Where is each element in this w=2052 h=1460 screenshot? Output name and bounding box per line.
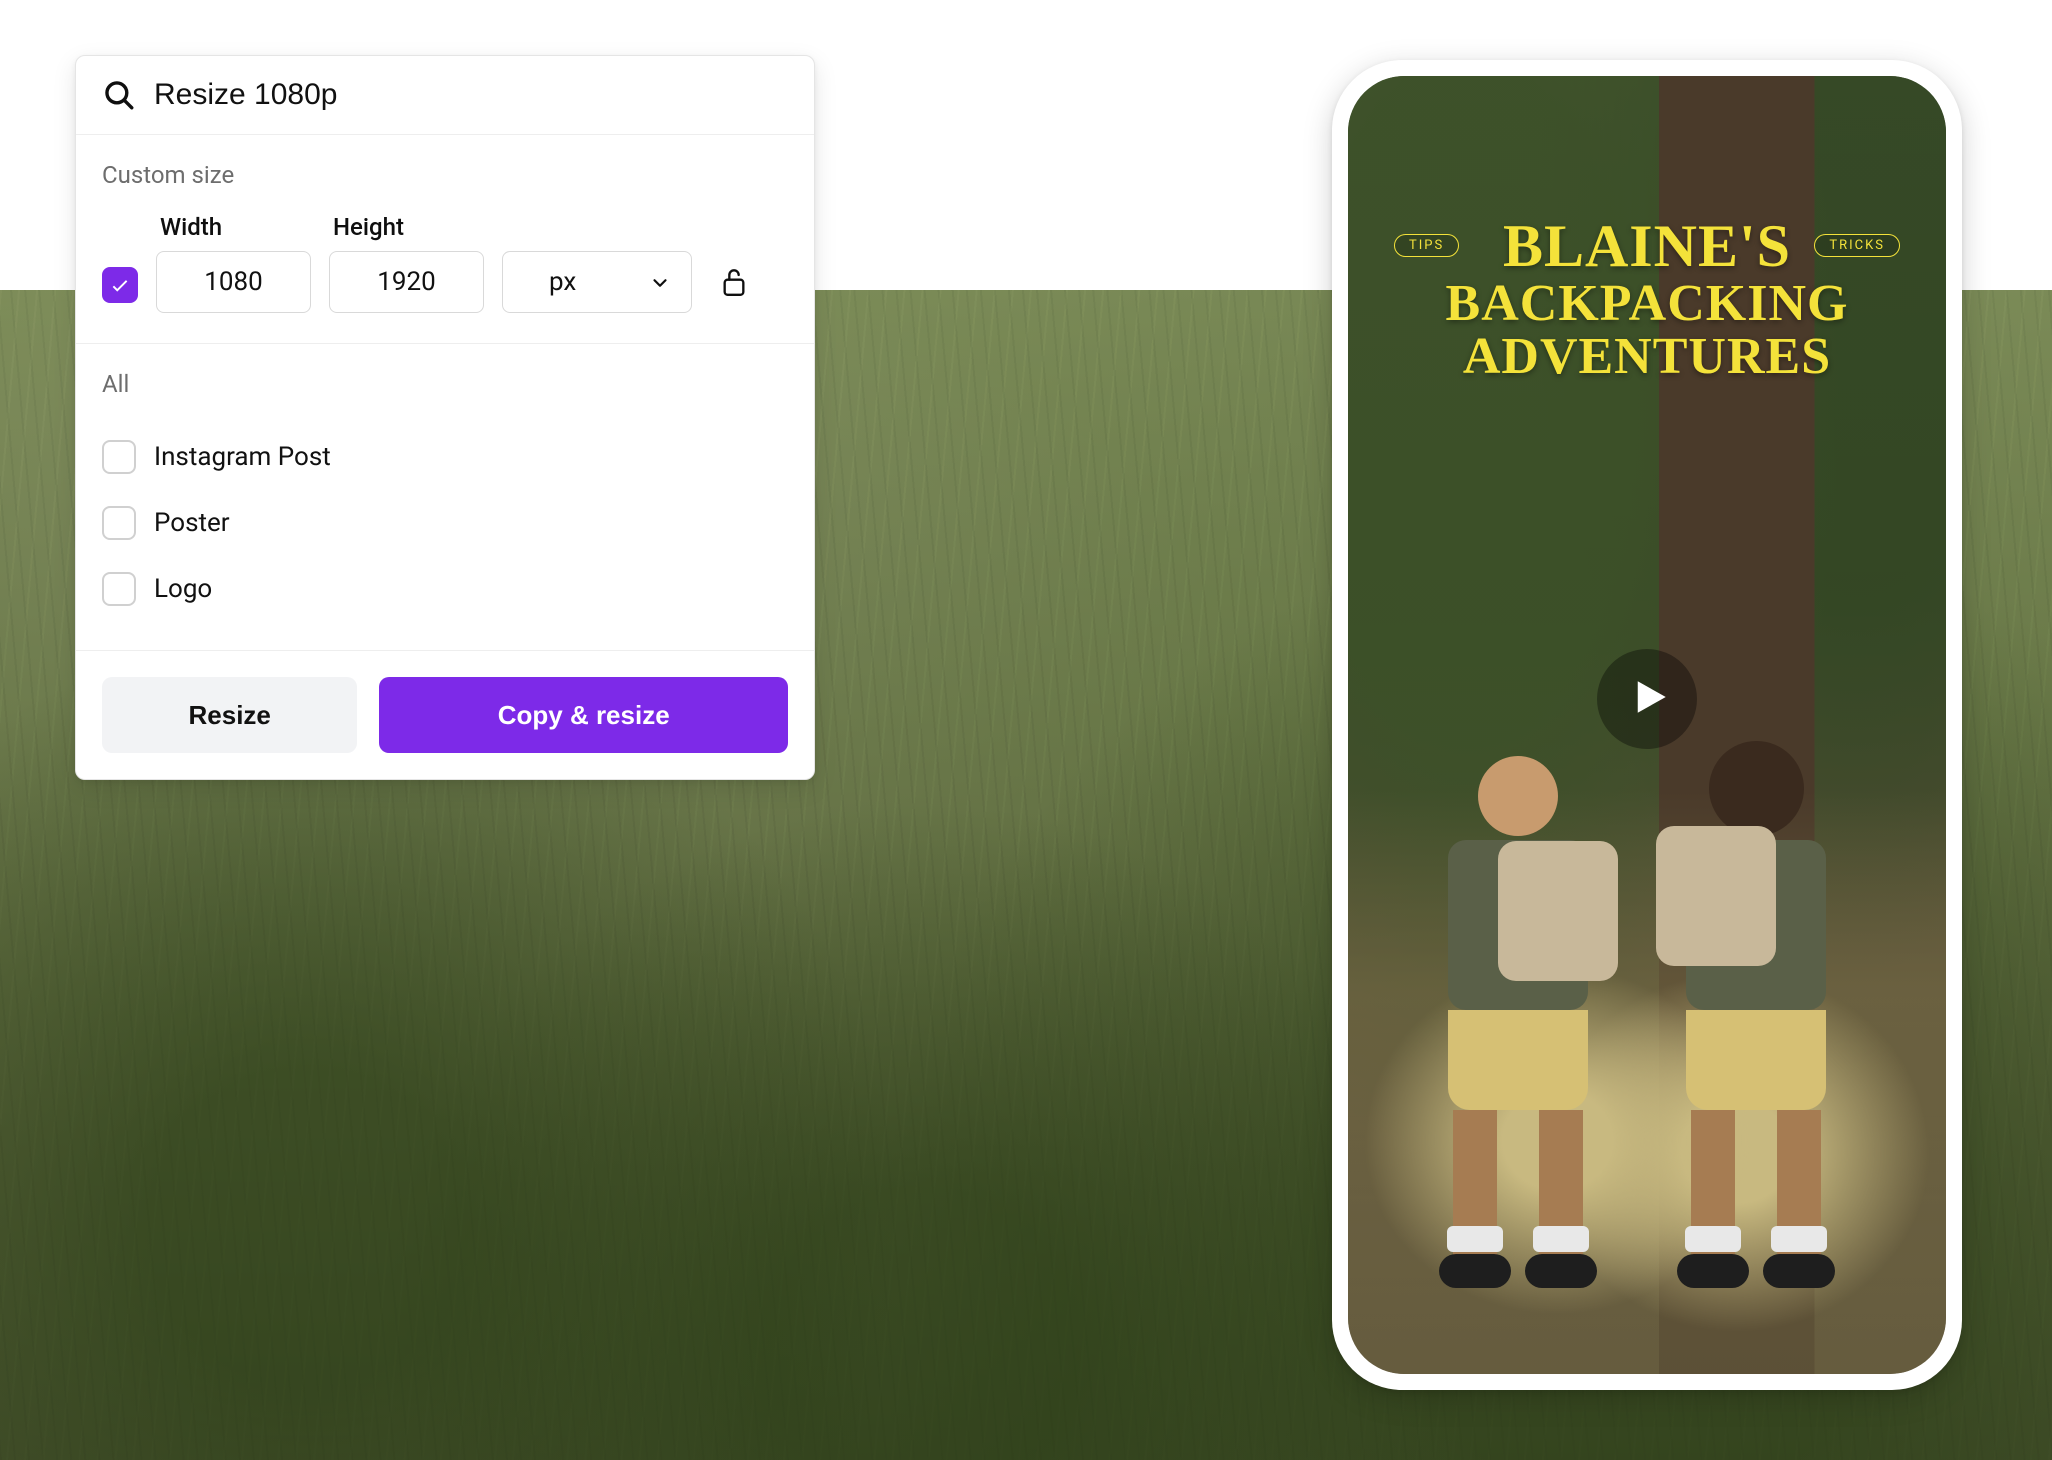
width-label: Width [156,213,311,241]
search-row [76,56,814,135]
unit-column: . px [502,213,692,313]
panel-footer: Resize Copy & resize [76,651,814,779]
resize-panel: Custom size Width 1080 Height 1920 . px [75,55,815,780]
kid-left [1428,756,1608,1270]
custom-size-title: Custom size [102,161,788,189]
size-option-logo[interactable]: Logo [102,556,788,622]
all-sizes-section: All Instagram Post Poster Logo [76,344,814,651]
size-option-label: Poster [154,508,230,538]
poster-illustration [1408,491,1886,1270]
unit-select[interactable]: px [502,251,692,313]
unlock-icon [720,265,748,299]
poster-title: BLAINE'S BACKPACKING ADVENTURES [1348,216,1946,383]
custom-size-section: Custom size Width 1080 Height 1920 . px [76,135,814,344]
checkbox-unchecked[interactable] [102,572,136,606]
play-icon [1623,676,1671,722]
size-option-label: Logo [154,574,212,604]
aspect-lock-button[interactable] [710,251,758,313]
size-option-label: Instagram Post [154,442,331,472]
width-column: Width 1080 [156,213,311,313]
phone-screen: TIPS TRICKS BLAINE'S BACKPACKING ADVENTU… [1348,76,1946,1374]
height-label: Height [329,213,484,241]
poster-title-line3: ADVENTURES [1348,330,1946,383]
kid-right [1666,741,1846,1270]
height-column: Height 1920 [329,213,484,313]
search-icon [102,78,136,112]
width-input[interactable]: 1080 [156,251,311,313]
checkbox-unchecked[interactable] [102,440,136,474]
chevron-down-icon [649,271,671,293]
size-option-poster[interactable]: Poster [102,490,788,556]
unit-value: px [549,267,576,297]
poster-title-line2: BACKPACKING [1348,277,1946,330]
custom-size-checkbox[interactable] [102,267,138,303]
resize-button[interactable]: Resize [102,677,357,753]
dimensions-row: Width 1080 Height 1920 . px [102,213,788,313]
phone-mockup: TIPS TRICKS BLAINE'S BACKPACKING ADVENTU… [1332,60,1962,1390]
search-input[interactable] [154,78,788,112]
checkbox-unchecked[interactable] [102,506,136,540]
size-option-instagram-post[interactable]: Instagram Post [102,424,788,490]
copy-and-resize-button[interactable]: Copy & resize [379,677,788,753]
height-input[interactable]: 1920 [329,251,484,313]
poster-title-line1: BLAINE'S [1348,216,1946,277]
play-button[interactable] [1597,649,1697,749]
all-sizes-title: All [102,370,788,398]
